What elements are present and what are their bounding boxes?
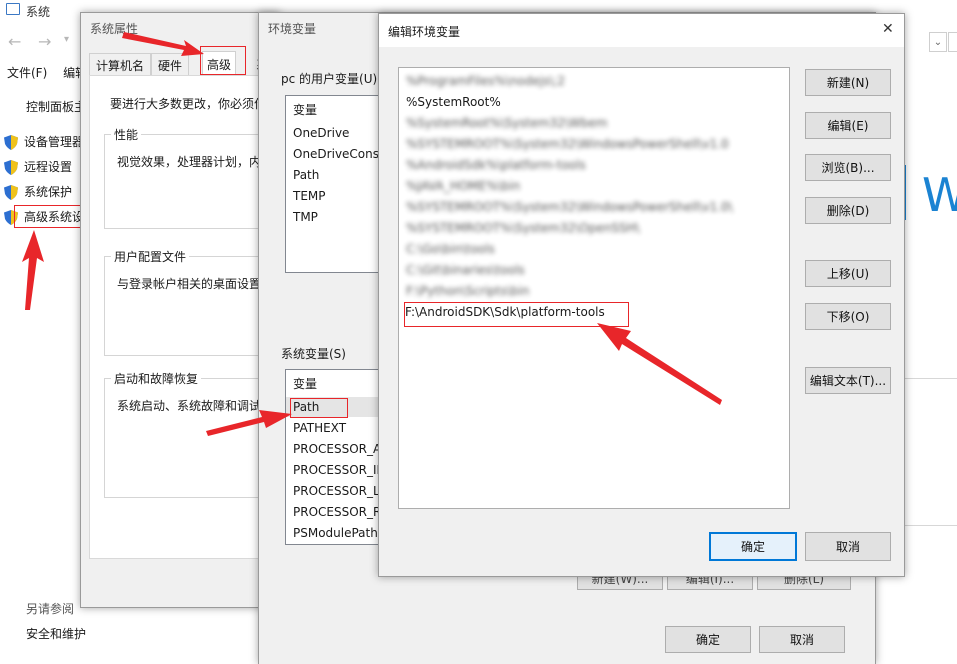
link-system-protection[interactable]: 系统保护 <box>4 183 72 200</box>
list-item[interactable]: %SYSTEMROOT%\System32\OpenSSH\ <box>399 218 640 238</box>
shield-icon <box>4 210 18 225</box>
edit-text-button[interactable]: 编辑文本(T)... <box>805 367 891 394</box>
browse-button[interactable]: 浏览(B)... <box>805 154 891 181</box>
shield-icon <box>4 135 18 150</box>
tab-hardware[interactable]: 硬件 <box>151 53 190 75</box>
bg-divider <box>903 378 957 379</box>
nav-dropdown-icon[interactable]: ▾ <box>64 34 69 45</box>
envvars-title: 环境变量 <box>268 22 317 36</box>
list-item[interactable]: F:\Python\Scripts\bin <box>399 281 529 301</box>
bg-divider <box>903 525 957 526</box>
envvars-ok-button[interactable]: 确定 <box>665 626 751 653</box>
admin-note: 要进行大多数更改，你必须作 <box>110 97 267 111</box>
edit-titlebar: 编辑环境变量 ✕ <box>379 14 904 47</box>
sysprops-title: 系统属性 <box>90 22 139 36</box>
list-item[interactable]: %AndroidSdk%\platform-tools <box>399 155 586 175</box>
link-device-manager[interactable]: 设备管理器 <box>4 133 84 150</box>
link-label: 远程设置 <box>24 160 73 174</box>
sys-vars-list: 变量 Path PATHEXT PROCESSOR_AI PROCESSOR_I… <box>285 369 385 545</box>
edit-cancel-button[interactable]: 取消 <box>805 532 891 561</box>
edit-title: 编辑环境变量 <box>388 25 461 39</box>
address-dropdown-button[interactable]: ⌄ <box>929 32 947 52</box>
list-item[interactable]: %SystemRoot%\System32\Wbem <box>399 113 607 133</box>
link-advanced-system-settings[interactable]: 高级系统设 <box>4 208 84 225</box>
list-item[interactable]: Path <box>286 165 319 185</box>
windows-logo-text: W <box>922 168 957 222</box>
menu-file[interactable]: 文件(F) <box>7 66 47 80</box>
list-item[interactable]: PSModulePath <box>286 523 378 543</box>
list-item[interactable]: F:\AndroidSDK\Sdk\platform-tools <box>399 302 605 322</box>
path-entries-list: %ProgramFiles%\nodejs\;2 %SystemRoot% %S… <box>398 67 790 509</box>
list-item[interactable]: %SYSTEMROOT%\System32\WindowsPowerShell\… <box>399 197 733 217</box>
edit-button[interactable]: 编辑(E) <box>805 112 891 139</box>
edit-ok-button[interactable]: 确定 <box>709 532 797 561</box>
list-item[interactable]: PROCESSOR_LE <box>286 481 384 501</box>
link-remote-settings[interactable]: 远程设置 <box>4 158 72 175</box>
performance-title: 性能 <box>111 126 142 143</box>
delete-button[interactable]: 删除(D) <box>805 197 891 224</box>
list-item[interactable]: C:\Git\binaries\tools <box>399 260 525 280</box>
user-vars-label: pc 的用户变量(U) <box>281 72 378 86</box>
list-item[interactable]: %ProgramFiles%\nodejs\;2 <box>399 71 565 91</box>
startup-recovery-title: 启动和故障恢复 <box>111 370 202 387</box>
shield-icon <box>4 185 18 200</box>
user-vars-list: 变量 OneDrive OneDriveConsu Path TEMP TMP <box>285 95 385 273</box>
see-also-label: 另请参阅 <box>26 602 75 616</box>
nav-forward-button[interactable]: → <box>38 32 51 51</box>
move-up-button[interactable]: 上移(U) <box>805 260 891 287</box>
sys-vars-label: 系统变量(S) <box>281 347 346 361</box>
close-icon[interactable]: ✕ <box>882 21 894 37</box>
user-profiles-text: 与登录帐户相关的桌面设置 <box>117 277 262 291</box>
list-item[interactable]: OneDriveConsu <box>286 144 384 164</box>
sysprops-tab-panel: 要进行大多数更改，你必须作 性能 视觉效果，处理器计划，内 用户配置文件 与登录… <box>89 75 304 559</box>
link-label: 系统保护 <box>24 185 73 199</box>
sysprops-tabbar: 计算机名 硬件 高级 系 <box>89 51 279 76</box>
control-panel-home-link[interactable]: 控制面板主 <box>26 98 86 115</box>
startup-recovery-text: 系统启动、系统故障和调试 <box>117 399 262 413</box>
link-label: 设备管理器 <box>24 135 85 149</box>
monitor-icon <box>6 3 20 15</box>
list-item[interactable]: PATHEXT <box>286 418 346 438</box>
list-item[interactable]: TMP <box>286 207 318 227</box>
user-vars-header[interactable]: 变量 <box>286 100 317 120</box>
list-item[interactable]: Path <box>286 397 384 417</box>
user-profiles-title: 用户配置文件 <box>111 248 190 265</box>
list-item[interactable]: C:\Go\bin\tools <box>399 239 495 259</box>
list-item[interactable]: %SYSTEMROOT%\System32\WindowsPowerShell\… <box>399 134 729 154</box>
system-menubar: 文件(F) 编辑 <box>7 64 87 81</box>
search-box[interactable] <box>948 32 957 52</box>
performance-text: 视觉效果，处理器计划，内 <box>117 155 262 169</box>
sys-vars-header[interactable]: 变量 <box>286 374 317 394</box>
nav-back-button[interactable]: ← <box>8 32 21 51</box>
tab-advanced[interactable]: 高级 <box>202 51 237 76</box>
list-item[interactable]: PROCESSOR_AI <box>286 439 384 459</box>
list-item[interactable]: PROCESSOR_ID <box>286 460 384 480</box>
system-title: 系统 <box>26 5 51 19</box>
envvars-cancel-button[interactable]: 取消 <box>759 626 845 653</box>
move-down-button[interactable]: 下移(O) <box>805 303 891 330</box>
list-item[interactable]: OneDrive <box>286 123 349 143</box>
link-label: 高级系统设 <box>24 210 85 224</box>
system-properties-dialog: 系统属性 计算机名 硬件 高级 系 要进行大多数更改，你必须作 性能 视觉效果，… <box>80 12 304 608</box>
list-item[interactable]: PROCESSOR_RI <box>286 502 384 522</box>
edit-environment-variable-dialog: 编辑环境变量 ✕ %ProgramFiles%\nodejs\;2 %Syste… <box>378 13 905 577</box>
security-maintenance-link[interactable]: 安全和维护 <box>26 625 86 642</box>
list-item[interactable]: TEMP <box>286 186 326 206</box>
list-item[interactable]: %SystemRoot% <box>399 92 501 112</box>
tab-computer-name[interactable]: 计算机名 <box>89 53 152 75</box>
shield-icon <box>4 160 18 175</box>
list-item[interactable]: %JAVA_HOME%\bin <box>399 176 520 196</box>
new-button[interactable]: 新建(N) <box>805 69 891 96</box>
